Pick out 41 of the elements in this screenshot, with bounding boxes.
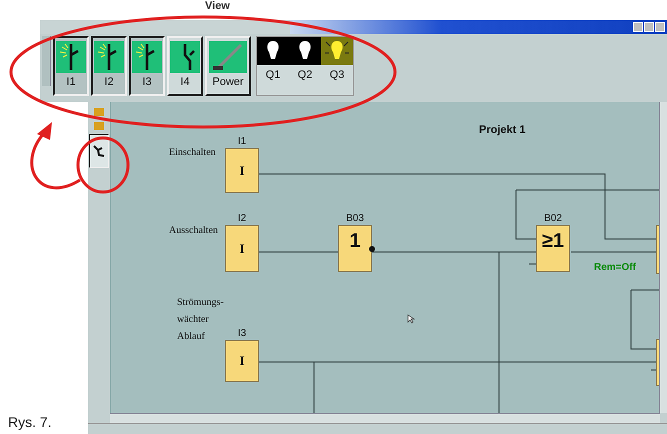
block-name: B02 — [544, 213, 562, 225]
open-switch-icon — [170, 41, 200, 73]
close-button[interactable] — [655, 22, 665, 32]
output-label: Q3 — [330, 69, 344, 81]
remanence-label: Rem=Off — [594, 262, 636, 273]
block-name: I2 — [238, 213, 246, 225]
horizontal-scrollbar[interactable] — [110, 413, 660, 423]
maximize-button[interactable] — [644, 22, 654, 32]
power-icon — [209, 41, 247, 73]
closed-switch-icon — [132, 41, 162, 73]
connect-tool-button[interactable] — [89, 134, 109, 168]
pointer-arrow — [30, 122, 81, 190]
block-name: I1 — [238, 136, 246, 148]
output-label: Q1 — [266, 69, 280, 81]
block-comment: Strömungs- wächter Ablauf — [177, 296, 224, 344]
closed-switch-icon — [56, 41, 86, 73]
input-switch-button[interactable]: I4 — [167, 36, 203, 96]
connector-icon — [92, 144, 106, 158]
closed-switch-icon — [94, 41, 124, 73]
block-name: I3 — [238, 328, 246, 340]
diagram-title: Projekt 1 — [479, 124, 526, 136]
input-block[interactable]: I — [225, 340, 259, 382]
block-comment: Einschalten — [169, 146, 216, 160]
logic-block[interactable]: 1 — [338, 225, 372, 272]
output-label: Q2 — [298, 69, 312, 81]
input-switch-button[interactable]: I1 — [53, 36, 89, 96]
block-name: B03 — [346, 213, 364, 225]
cursor-icon — [407, 314, 415, 324]
block-comment: Ausschalten — [169, 224, 218, 238]
figure-caption: Rys. 7. — [8, 414, 52, 430]
power-button[interactable]: Power — [205, 36, 251, 96]
input-switch-button[interactable]: I3 — [129, 36, 165, 96]
input-block[interactable]: I — [225, 225, 259, 272]
highlight-circle — [76, 136, 130, 194]
vertical-scrollbar[interactable] — [659, 102, 667, 413]
menu-item[interactable]: View — [205, 0, 230, 12]
logic-block[interactable]: ≥1 — [536, 225, 570, 272]
toolbar-grip[interactable] — [42, 36, 51, 86]
minimize-button[interactable] — [633, 22, 643, 32]
input-block[interactable]: I — [225, 148, 259, 193]
input-switch-button[interactable]: I2 — [91, 36, 127, 96]
